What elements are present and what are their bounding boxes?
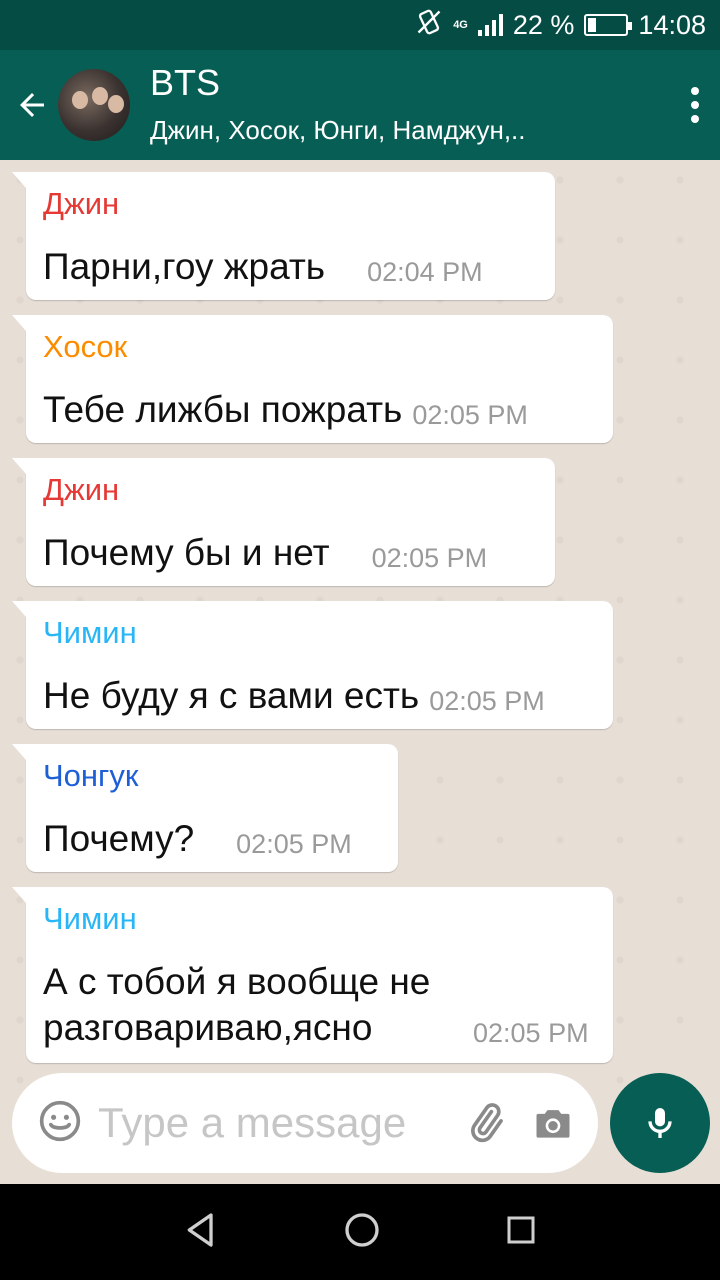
message-bubble[interactable]: Чимин А с тобой я вообще не разговариваю… xyxy=(12,887,613,1063)
message-sender: Джин xyxy=(43,186,120,221)
message-time: 02:05 PM xyxy=(236,829,352,859)
message-text: Почему бы и нет xyxy=(43,532,330,573)
message-text: Не буду я с вами есть xyxy=(43,675,420,716)
message-bubble[interactable]: Чонгук Почему? 02:05 PM xyxy=(12,744,398,872)
signal-icon xyxy=(477,14,503,36)
group-members: Джин, Хосок, Юнги, Намджун,.. xyxy=(150,115,526,145)
message-sender: Чонгук xyxy=(43,758,139,793)
more-vert-icon[interactable] xyxy=(670,50,720,160)
message-time: 02:04 PM xyxy=(367,257,483,287)
mic-icon xyxy=(648,1108,672,1138)
battery-icon xyxy=(584,14,633,36)
vibrate-icon xyxy=(415,8,443,43)
paperclip-icon[interactable] xyxy=(462,1100,508,1146)
network-type: 4G xyxy=(453,18,468,31)
group-avatar[interactable] xyxy=(58,69,130,141)
recents-square-icon[interactable] xyxy=(503,1212,539,1253)
message-list[interactable]: Джин Парни,гоу жрать 02:04 PM Хосок Тебе… xyxy=(0,160,720,1184)
message-text: А с тобой я вообще не разговариваю,ясно xyxy=(43,961,431,1048)
message-sender: Чимин xyxy=(43,901,137,936)
chat-title-block[interactable]: BTS Джин, Хосок, Юнги, Намджун,.. xyxy=(150,63,670,147)
message-time: 02:05 PM xyxy=(371,543,488,573)
battery-percent: 22 % xyxy=(512,9,575,40)
system-nav-bar xyxy=(0,1184,720,1280)
chat-header: BTS Джин, Хосок, Юнги, Намджун,.. xyxy=(0,50,720,160)
camera-icon[interactable] xyxy=(530,1100,576,1146)
arrow-left-icon xyxy=(20,93,44,117)
group-name: BTS xyxy=(150,62,221,103)
back-button[interactable] xyxy=(0,50,64,160)
message-input[interactable]: Type a message xyxy=(98,1099,440,1147)
message-bubble[interactable]: Хосок Тебе лижбы пожрать 02:05 PM xyxy=(12,315,613,443)
message-text: Почему? xyxy=(43,818,195,859)
message-time: 02:05 PM xyxy=(412,400,528,430)
message-bubble[interactable]: Джин Почему бы и нет 02:05 PM xyxy=(12,458,555,586)
message-bubble[interactable]: Чимин Не буду я с вами есть 02:05 PM xyxy=(12,601,613,729)
message-input-bar[interactable]: Type a message xyxy=(12,1073,598,1173)
home-circle-icon[interactable] xyxy=(342,1210,382,1255)
message-text: Тебе лижбы пожрать xyxy=(43,389,403,430)
message-bubble[interactable]: Джин Парни,гоу жрать 02:04 PM xyxy=(12,172,555,300)
clock: 14:08 xyxy=(638,9,706,40)
message-time: 02:05 PM xyxy=(429,686,545,716)
message-sender: Хосок xyxy=(43,329,128,364)
back-triangle-icon[interactable] xyxy=(181,1210,221,1255)
status-bar: 4G 22 % 14:08 xyxy=(0,0,720,50)
emoji-icon[interactable] xyxy=(38,1099,82,1148)
mic-button[interactable] xyxy=(610,1073,710,1173)
message-sender: Чимин xyxy=(43,615,137,650)
message-text: Парни,гоу жрать xyxy=(43,246,326,287)
message-time: 02:05 PM xyxy=(473,1018,589,1048)
message-sender: Джин xyxy=(43,472,120,507)
